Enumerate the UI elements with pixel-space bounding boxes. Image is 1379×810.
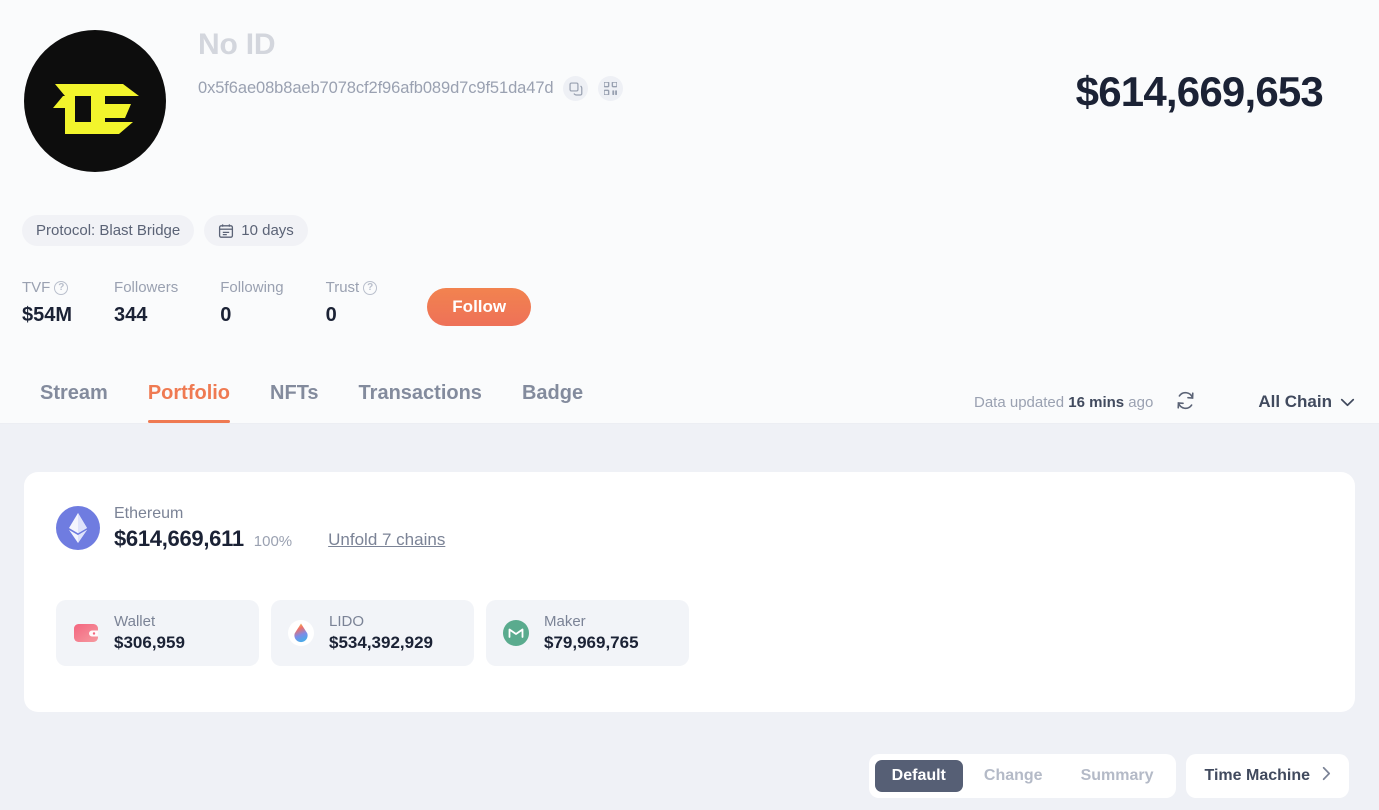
time-machine-label: Time Machine <box>1204 767 1310 784</box>
holding-lido-amount: $534,392,929 <box>329 633 433 652</box>
portfolio-card: Ethereum $614,669,611 100% Unfold 7 chai… <box>24 472 1355 712</box>
tab-badge[interactable]: Badge <box>502 375 603 423</box>
tab-list: Stream Portfolio NFTs Transactions Badge <box>20 375 603 423</box>
maker-icon <box>502 619 530 647</box>
data-updated-value: 16 mins <box>1068 393 1125 411</box>
stat-tvf-value: $54M <box>22 304 73 326</box>
chain-name: Ethereum <box>114 505 184 522</box>
chain-summary: Ethereum $614,669,611 100% Unfold 7 chai… <box>56 504 445 552</box>
lido-droplet-icon <box>287 619 315 647</box>
stats-row: TVF ? $54M Followers 344 Following 0 Tru <box>22 278 532 327</box>
stat-following-label: Following <box>220 279 284 296</box>
chevron-right-icon <box>1322 766 1331 786</box>
stat-tvf-label: TVF <box>22 279 51 296</box>
stat-following: Following 0 <box>220 278 283 327</box>
holding-lido-text: LIDO $534,392,929 <box>329 613 433 653</box>
stat-followers-value: 344 <box>114 304 148 326</box>
holding-wallet-name: Wallet <box>114 613 156 630</box>
profile-header: No ID 0x5f6ae08b8aeb7078cf2f96afb089d7c9… <box>0 0 1379 424</box>
segment-summary[interactable]: Summary <box>1064 760 1171 792</box>
stat-trust-label-group: Trust ? <box>326 278 378 298</box>
stat-trust: Trust ? 0 <box>326 278 378 327</box>
copy-icon <box>569 81 583 96</box>
segment-default[interactable]: Default <box>874 760 963 792</box>
blast-logo-icon <box>45 64 145 138</box>
avatar <box>24 30 166 172</box>
total-portfolio-value: $614,669,653 <box>1075 68 1324 115</box>
holding-lido-name: LIDO <box>329 613 365 630</box>
chain-filter-dropdown[interactable]: All Chain <box>1258 392 1355 412</box>
holding-wallet[interactable]: Wallet $306,959 <box>56 600 259 666</box>
stat-followers-label: Followers <box>114 279 179 296</box>
holding-wallet-amount: $306,959 <box>114 633 185 652</box>
tag-protocol[interactable]: Protocol: Blast Bridge <box>22 215 195 246</box>
stat-tvf: TVF ? $54M <box>22 278 72 327</box>
copy-address-button[interactable] <box>563 76 589 101</box>
tvf-help-icon[interactable]: ? <box>54 281 69 295</box>
data-updated-status: Data updated 16 mins ago <box>974 394 1153 411</box>
holdings-list: Wallet $306,959 LIDO $534,392,929 Maker … <box>56 600 689 666</box>
chain-filter-label: All Chain <box>1258 392 1332 411</box>
data-updated-suffix: ago <box>1128 393 1154 411</box>
holding-maker[interactable]: Maker $79,969,765 <box>486 600 689 666</box>
stat-followers: Followers 344 <box>114 278 178 327</box>
qr-code-button[interactable] <box>598 76 624 101</box>
holding-maker-name: Maker <box>544 613 586 630</box>
stat-following-value: 0 <box>220 304 232 326</box>
qr-code-icon <box>604 82 618 95</box>
stat-tvf-label-group: TVF ? <box>22 278 72 298</box>
page-title: No ID <box>198 28 276 61</box>
chevron-down-icon <box>1340 392 1355 412</box>
holding-maker-text: Maker $79,969,765 <box>544 613 639 653</box>
stat-following-label-group: Following <box>220 278 283 298</box>
tab-stream[interactable]: Stream <box>20 375 128 423</box>
unfold-chains-link[interactable]: Unfold 7 chains <box>328 530 445 550</box>
holding-maker-amount: $79,969,765 <box>544 633 639 652</box>
chain-percent: 100% <box>253 533 293 550</box>
holding-wallet-text: Wallet $306,959 <box>114 613 185 653</box>
chain-amount: $614,669,611 <box>114 526 244 551</box>
view-mode-segmented-control: Default Change Summary <box>868 754 1177 798</box>
time-machine-button[interactable]: Time Machine <box>1186 754 1349 798</box>
ethereum-icon <box>56 506 100 550</box>
wallet-icon <box>72 619 100 647</box>
refresh-icon <box>1175 390 1196 414</box>
data-updated-prefix: Data updated <box>974 393 1065 411</box>
tab-bar: Stream Portfolio NFTs Transactions Badge… <box>0 375 1379 424</box>
chain-amount-row: $614,669,611 100% <box>114 526 292 552</box>
tab-transactions[interactable]: Transactions <box>339 375 502 423</box>
tag-protocol-label: Protocol: Blast Bridge <box>36 222 181 239</box>
refresh-button[interactable] <box>1175 390 1196 414</box>
wallet-address: 0x5f6ae08b8aeb7078cf2f96afb089d7c9f51da4… <box>198 79 554 97</box>
profile-page: No ID 0x5f6ae08b8aeb7078cf2f96afb089d7c9… <box>0 0 1379 810</box>
tab-nfts[interactable]: NFTs <box>250 375 339 423</box>
calendar-icon <box>218 223 234 239</box>
address-row: 0x5f6ae08b8aeb7078cf2f96afb089d7c9f51da4… <box>198 76 624 101</box>
stat-followers-label-group: Followers <box>114 278 178 298</box>
stat-trust-label: Trust <box>325 279 360 296</box>
tag-age[interactable]: 10 days <box>204 215 308 246</box>
tab-bar-right: Data updated 16 mins ago All Chain <box>974 375 1355 423</box>
segment-change[interactable]: Change <box>967 760 1060 792</box>
tag-row: Protocol: Blast Bridge 10 days <box>22 215 308 246</box>
holding-lido[interactable]: LIDO $534,392,929 <box>271 600 474 666</box>
follow-button[interactable]: Follow <box>427 288 532 326</box>
footer-controls: Default Change Summary Time Machine <box>868 754 1349 798</box>
portfolio-panel: Ethereum $614,669,611 100% Unfold 7 chai… <box>0 424 1379 810</box>
trust-help-icon[interactable]: ? <box>363 281 378 295</box>
chain-text: Ethereum $614,669,611 100% <box>114 504 292 552</box>
tag-age-label: 10 days <box>241 222 294 239</box>
stat-trust-value: 0 <box>325 304 337 326</box>
tab-portfolio[interactable]: Portfolio <box>128 375 250 423</box>
